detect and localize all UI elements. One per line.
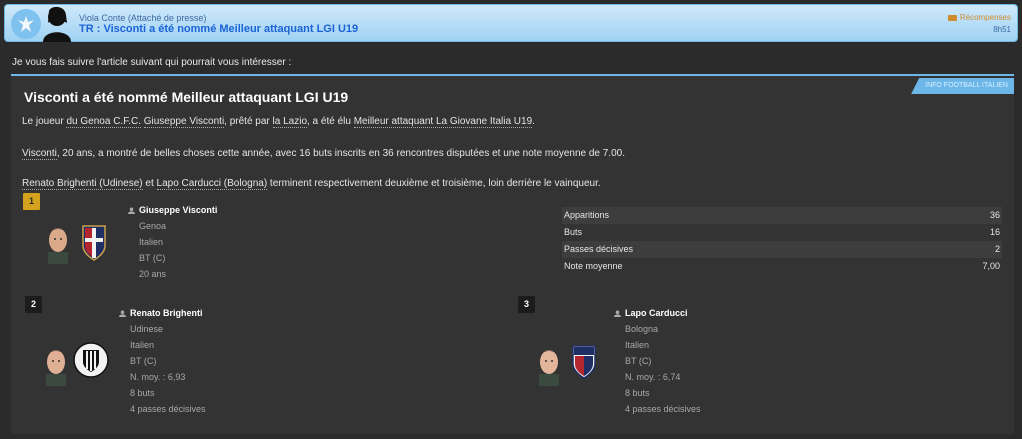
text-segment: et xyxy=(142,178,157,189)
winner-stats-table: Apparitions 36 Buts 16 Passes décisives 2 N… xyxy=(562,207,1002,275)
player-face[interactable] xyxy=(44,224,72,264)
player-link[interactable]: Giuseppe Visconti xyxy=(143,116,225,128)
stat-value: 36 xyxy=(989,210,1000,220)
udinese-crest-icon[interactable] xyxy=(73,342,109,378)
player-nationality: Italien xyxy=(625,340,650,350)
stat-label: Buts xyxy=(564,227,583,237)
player-name: Giuseppe Visconti xyxy=(139,205,218,215)
stat-row: Buts 16 xyxy=(562,224,1002,241)
rank-badge-3: 3 xyxy=(518,296,535,313)
player-assists: 4 passes décisives xyxy=(130,404,206,414)
rank-badge-2: 2 xyxy=(25,296,42,313)
article-paragraph-3: Renato Brighenti (Udinese) et Lapo Cardu… xyxy=(22,178,601,190)
player-link[interactable]: Lapo Carducci (Bologna) xyxy=(156,178,268,190)
award-link[interactable]: Meilleur attaquant La Giovane Italia U19 xyxy=(353,116,533,128)
second-info: Renato Brighenti Udinese Italien BT (C) … xyxy=(119,305,206,417)
rewards-label: Récompenses xyxy=(959,13,1011,22)
club-link[interactable]: du Genoa C.F.C. xyxy=(66,116,141,128)
message-subject: TR : Visconti a été nommé Meilleur attaq… xyxy=(79,23,359,35)
loan-club-link[interactable]: la Lazio xyxy=(272,116,307,128)
text-segment: . xyxy=(532,116,535,127)
third-info: Lapo Carducci Bologna Italien BT (C) N. … xyxy=(614,305,701,417)
genoa-crest-icon[interactable] xyxy=(81,224,107,262)
text-segment: , 20 ans, a montré de belles choses cett… xyxy=(56,148,625,159)
player-rating: N. moy. : 6,93 xyxy=(130,372,186,382)
sender-avatar[interactable] xyxy=(41,5,73,42)
message-time: 8h51 xyxy=(993,25,1011,34)
stat-label: Passes décisives xyxy=(564,244,634,254)
stat-label: Apparitions xyxy=(564,210,610,220)
player-face[interactable] xyxy=(535,346,563,386)
player-link[interactable]: Renato Brighenti (Udinese) xyxy=(22,178,143,190)
article-paragraph-2: Visconti, 20 ans, a montré de belles cho… xyxy=(22,148,625,160)
player-nationality: Italien xyxy=(139,237,164,247)
winner-info: Giuseppe Visconti Genoa Italien BT (C) 2… xyxy=(128,202,217,282)
player-club[interactable]: Bologna xyxy=(614,321,701,337)
player-face[interactable] xyxy=(42,346,70,386)
text-segment: Le joueur xyxy=(22,116,67,127)
player-position: BT (C) xyxy=(139,253,166,263)
player-age: 20 ans xyxy=(139,269,167,279)
player-goals: 8 buts xyxy=(625,388,650,398)
text-segment: , a été élu xyxy=(307,116,354,127)
player-name: Lapo Carducci xyxy=(625,308,688,318)
stat-row: Note moyenne 7,00 xyxy=(562,258,1002,275)
player-goals: 8 buts xyxy=(130,388,155,398)
message-header: Viola Conte (Attaché de presse) TR : Vis… xyxy=(4,4,1018,42)
player-name: Renato Brighenti xyxy=(130,308,203,318)
player-position: BT (C) xyxy=(625,356,652,366)
text-segment: , prêté par xyxy=(224,116,273,127)
player-rating: N. moy. : 6,74 xyxy=(625,372,681,382)
person-icon xyxy=(128,206,135,214)
article-title: Visconti a été nommé Meilleur attaquant … xyxy=(24,89,349,105)
player-nationality: Italien xyxy=(130,340,155,350)
text-segment: terminent respectivement deuxième et tro… xyxy=(267,178,601,189)
source-tag: INFO FOOTBALL ITALIEN xyxy=(911,78,1014,94)
player-name-row[interactable]: Renato Brighenti xyxy=(119,305,206,321)
player-club[interactable]: Genoa xyxy=(128,218,217,234)
player-assists: 4 passes décisives xyxy=(625,404,701,414)
sender-name[interactable]: Viola Conte (Attaché de presse) xyxy=(79,13,206,23)
stat-value: 7,00 xyxy=(982,261,1000,271)
player-name-row[interactable]: Lapo Carducci xyxy=(614,305,701,321)
club-crest-icon xyxy=(11,9,41,39)
rank-badge-1: 1 xyxy=(23,193,40,210)
player-club[interactable]: Udinese xyxy=(119,321,206,337)
player-position: BT (C) xyxy=(130,356,157,366)
article-paragraph-1: Le joueur du Genoa C.F.C. Giuseppe Visco… xyxy=(22,116,535,128)
person-icon xyxy=(119,309,126,317)
rewards-link[interactable]: Récompenses xyxy=(947,13,1011,22)
news-article: INFO FOOTBALL ITALIEN Visconti a été nom… xyxy=(11,74,1014,434)
intro-text: Je vous fais suivre l'article suivant qu… xyxy=(12,57,292,68)
person-icon xyxy=(614,309,621,317)
stat-value: 2 xyxy=(994,244,1000,254)
stat-value: 16 xyxy=(989,227,1000,237)
ticket-icon xyxy=(947,14,957,21)
player-name-row[interactable]: Giuseppe Visconti xyxy=(128,202,217,218)
stat-row: Apparitions 36 xyxy=(562,207,1002,224)
stat-row: Passes décisives 2 xyxy=(562,241,1002,258)
bologna-crest-icon[interactable] xyxy=(571,342,597,380)
player-link[interactable]: Visconti xyxy=(22,148,57,160)
stat-label: Note moyenne xyxy=(564,261,623,271)
